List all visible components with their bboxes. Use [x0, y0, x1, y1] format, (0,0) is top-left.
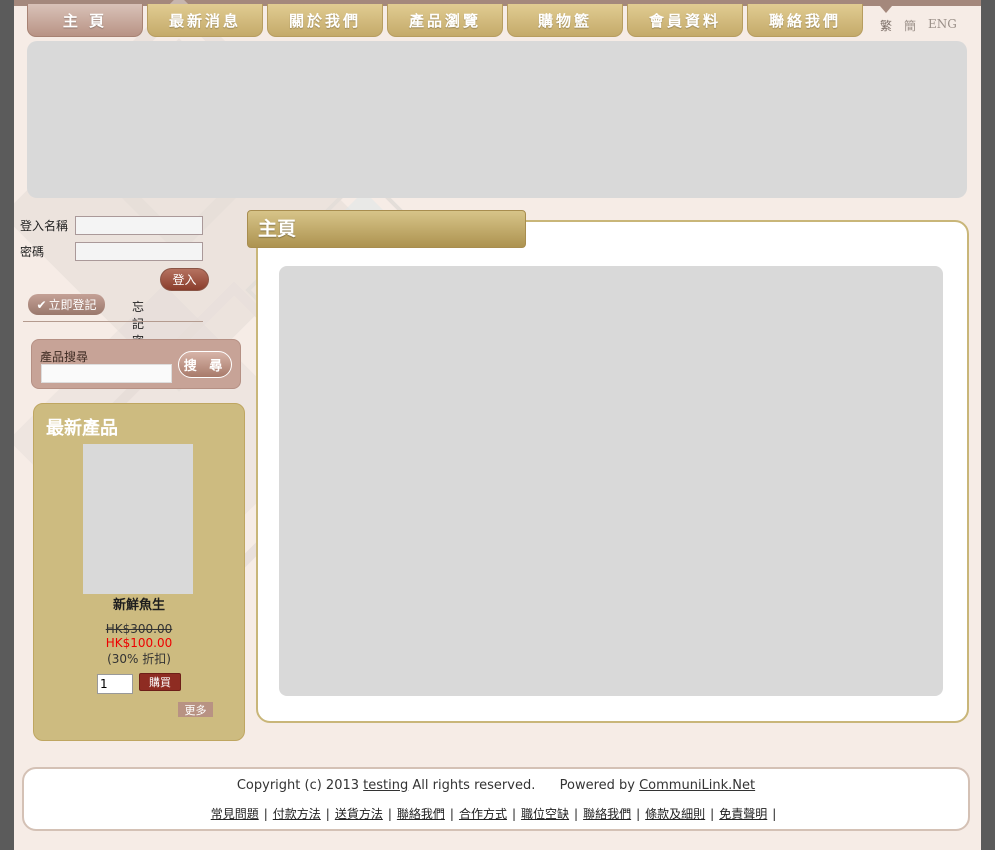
copyright-prefix: Copyright (c) 2013	[236, 778, 360, 793]
more-button[interactable]: 更多	[178, 702, 213, 717]
language-switcher: 繁 簡 ENG	[880, 17, 957, 34]
username-input[interactable]	[75, 216, 203, 235]
powered-link[interactable]: CommuniLink.Net	[639, 778, 755, 793]
search-input[interactable]	[41, 364, 172, 383]
product-old-price: HK$300.00	[105, 622, 173, 636]
copyright-link[interactable]: testing	[363, 778, 408, 793]
copyright-suffix: All rights reserved.	[412, 778, 536, 793]
product-image[interactable]	[83, 444, 193, 594]
main-nav: 主 頁最新消息 關於我們 產品瀏覽 購物籃 會員資料 聯絡我們	[27, 4, 863, 37]
nav-tab-4[interactable]: 購物籃	[507, 4, 623, 37]
nav-tab-1[interactable]: 最新消息	[147, 4, 263, 37]
nav-tab-0[interactable]: 主 頁	[27, 4, 143, 37]
footer-links: 常見問題 | 付款方法 | 送貨方法 | 聯絡我們 | 合作方式 | 職位空缺 | 聯絡我們 | 條款及細則…	[24, 805, 968, 822]
nav-tab-6[interactable]: 聯絡我們	[747, 4, 863, 37]
page: 主 頁最新消息 關於我們 產品瀏覽 購物籃 會員資料 聯絡我們 繁 簡 ENG 登入名稱 …	[14, 0, 981, 850]
footer-separator: |	[449, 807, 454, 821]
footer-link-3[interactable]: 聯絡我們	[397, 807, 445, 821]
footer-link-0[interactable]: 常見問題	[211, 807, 259, 821]
footer-link-2[interactable]: 送貨方法	[335, 807, 383, 821]
login-button[interactable]: 登入	[160, 268, 209, 291]
nav-tab-2[interactable]: 關於我們	[267, 4, 383, 37]
register-label: 立即登記	[48, 298, 97, 312]
lang-traditional-link[interactable]: 繁	[880, 17, 892, 34]
divider	[23, 321, 203, 322]
footer-link-4[interactable]: 合作方式	[459, 807, 507, 821]
footer-copyright: Copyright (c) 2013 testing All rights re…	[24, 778, 968, 793]
quantity-input[interactable]: 1	[97, 674, 133, 694]
new-products-title: 最新產品	[46, 418, 118, 439]
footer-link-8[interactable]: 免責聲明	[719, 807, 767, 821]
footer-separator: |	[772, 807, 777, 821]
nav-tab-3[interactable]: 產品瀏覽	[387, 4, 503, 37]
footer-separator: |	[263, 807, 268, 821]
banner-image	[27, 41, 967, 198]
footer-separator: |	[511, 807, 517, 821]
username-row: 登入名稱	[20, 216, 203, 235]
powered-prefix: Powered by	[559, 778, 635, 793]
footer-separator: |	[574, 807, 579, 821]
footer-separator: |	[636, 807, 641, 821]
password-row: 密碼	[20, 242, 203, 261]
username-label: 登入名稱	[20, 219, 69, 233]
lang-english-link[interactable]: ENG	[928, 17, 957, 34]
footer-link-5[interactable]: 職位空缺	[521, 807, 569, 821]
product-name[interactable]: 新鮮魚生	[34, 594, 244, 613]
new-products-panel: 最新產品 新鮮魚生 HK$300.00 HK$100.00 (30% 折扣) 1…	[33, 403, 245, 741]
nav-tab-5[interactable]: 會員資料	[627, 4, 743, 37]
footer-separator: |	[710, 807, 715, 821]
footer-link-1[interactable]: 付款方法	[273, 807, 321, 821]
buy-button[interactable]: 購買	[139, 673, 181, 691]
search-label: 產品搜尋	[40, 350, 89, 364]
product-new-price: HK$100.00	[105, 636, 173, 650]
lang-notch	[880, 6, 892, 13]
footer: Copyright (c) 2013 testing All rights re…	[22, 767, 970, 831]
password-label: 密碼	[20, 245, 45, 259]
footer-separator: |	[387, 807, 392, 821]
lang-simplified-link[interactable]: 簡	[904, 17, 916, 34]
password-input[interactable]	[75, 242, 203, 261]
register-button[interactable]: ✔ 立即登記	[28, 294, 105, 315]
page-title: 主頁	[247, 210, 526, 248]
product-discount: (30% 折扣)	[107, 652, 171, 666]
check-icon: ✔	[36, 297, 47, 312]
main-content-area	[279, 266, 943, 696]
footer-separator: |	[325, 807, 330, 821]
footer-link-7[interactable]: 條款及細則	[645, 807, 705, 821]
search-button[interactable]: 搜 尋	[178, 351, 232, 378]
footer-link-6[interactable]: 聯絡我們	[583, 807, 631, 821]
product-search-box: 產品搜尋 搜 尋	[31, 339, 241, 389]
